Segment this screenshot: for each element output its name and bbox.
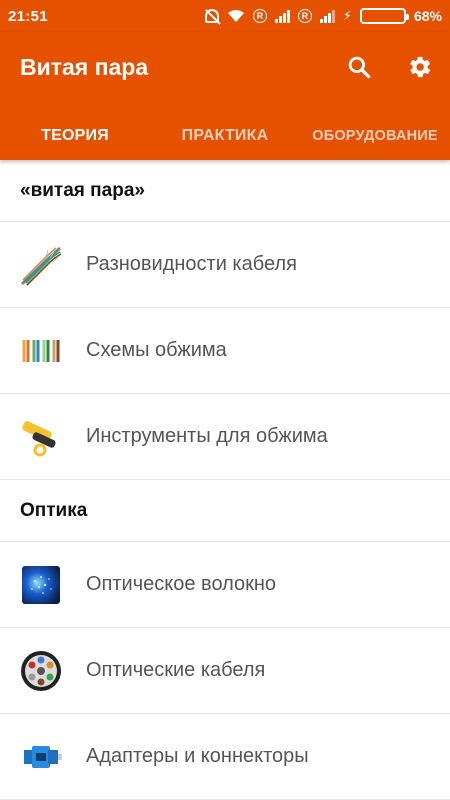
- search-icon: [348, 56, 371, 79]
- battery-percent: 68%: [413, 8, 442, 24]
- battery-icon: [359, 8, 409, 24]
- optical-cable-icon: [18, 648, 64, 694]
- tab-equipment[interactable]: ОБОРУДОВАНИЕ: [300, 112, 450, 160]
- section-header-optics: Оптика: [0, 480, 450, 542]
- settings-icon: [410, 56, 431, 78]
- crimp-schemes-icon: [18, 328, 64, 374]
- roaming-icon: R: [297, 9, 312, 23]
- list-item-label: Схемы обжима: [86, 339, 227, 361]
- list-item-label: Оптическое волокно: [86, 573, 277, 595]
- status-icons: R R ⚡ 68%: [204, 8, 442, 24]
- list-item-cable-types[interactable]: Разновидности кабеля: [0, 222, 450, 308]
- status-bar: 21:51 R R ⚡ 68%: [0, 0, 450, 32]
- signal-icon: [319, 9, 335, 23]
- list-item-label: Разновидности кабеля: [86, 253, 297, 275]
- content-list: «витая пара» Разновидности кабеля Схемы …: [0, 160, 450, 800]
- settings-button[interactable]: [399, 47, 439, 87]
- signal-icon: [274, 9, 290, 23]
- list-item-label: Оптические кабеля: [86, 659, 266, 681]
- cable-types-icon: [18, 242, 64, 288]
- app-title: Витая пара: [20, 54, 149, 80]
- crimp-tool-icon: [18, 414, 64, 460]
- wifi-icon: [227, 10, 244, 22]
- charging-icon: ⚡: [342, 8, 352, 23]
- notifications-off-icon: [204, 9, 219, 23]
- tab-practice[interactable]: ПРАКТИКА: [150, 112, 300, 160]
- list-item-crimp-schemes[interactable]: Схемы обжима: [0, 308, 450, 394]
- tab-theory[interactable]: ТЕОРИЯ: [0, 112, 150, 160]
- list-item-optical-fiber[interactable]: Оптическое волокно: [0, 542, 450, 628]
- list-item-crimp-tools[interactable]: Инструменты для обжима: [0, 394, 450, 480]
- list-item-label: Инструменты для обжима: [86, 425, 328, 447]
- status-time: 21:51: [8, 7, 48, 25]
- section-header-twisted-pair: «витая пара»: [0, 160, 450, 222]
- search-button[interactable]: [339, 47, 379, 87]
- adapter-connector-icon: [18, 734, 64, 780]
- roaming-icon: R: [252, 9, 267, 23]
- tab-bar: ТЕОРИЯ ПРАКТИКА ОБОРУДОВАНИЕ: [0, 112, 450, 160]
- list-item-optical-cables[interactable]: Оптические кабеля: [0, 628, 450, 714]
- app-bar: Витая пара ТЕОРИЯ ПРАКТИКА ОБОРУДОВАНИЕ: [0, 32, 450, 160]
- optical-fiber-icon: [18, 562, 64, 608]
- list-item-label: Адаптеры и коннекторы: [86, 745, 309, 767]
- list-item-adapters-connectors[interactable]: Адаптеры и коннекторы: [0, 714, 450, 800]
